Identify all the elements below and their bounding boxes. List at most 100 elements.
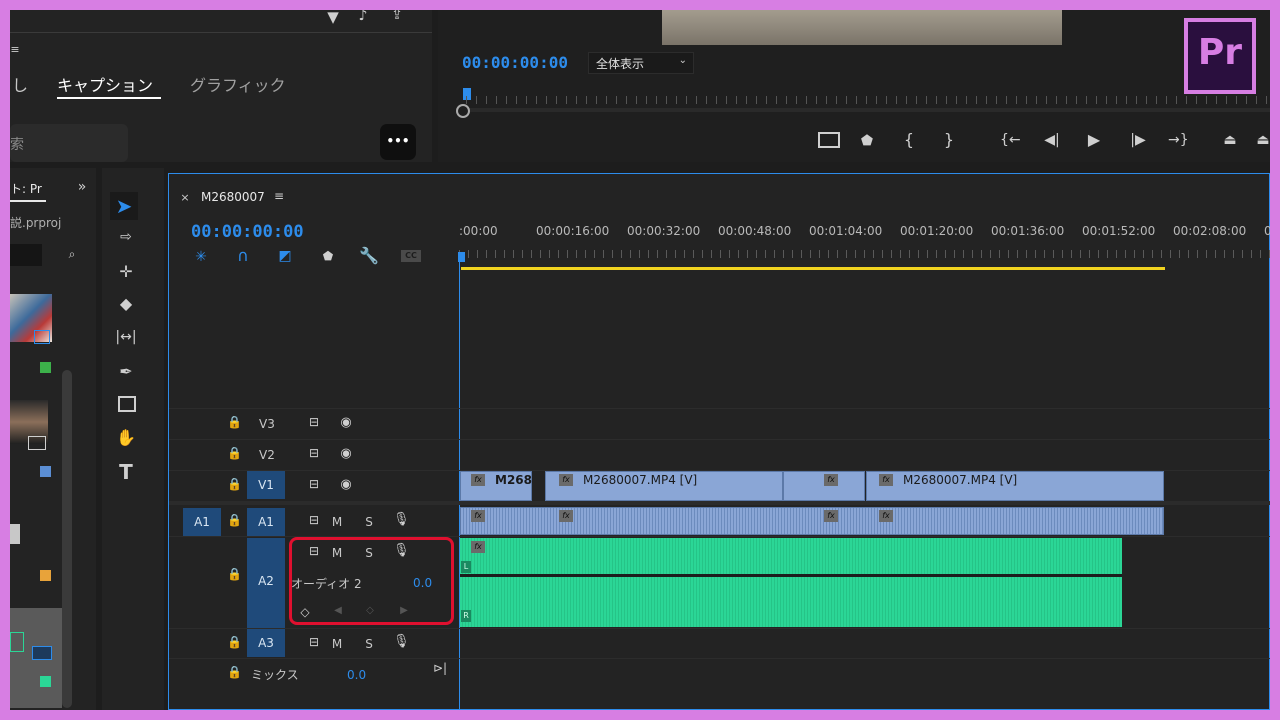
track-a1-target[interactable]: A1 xyxy=(247,508,285,536)
snap-icon[interactable]: ∩ xyxy=(235,248,251,264)
eye-icon[interactable]: ◉ xyxy=(337,447,355,460)
solo-button[interactable]: S xyxy=(359,515,379,529)
extract-icon[interactable]: ⏏ xyxy=(1256,133,1270,147)
sequence-timecode[interactable]: 00:00:00:00 xyxy=(191,222,304,242)
clip-thumbnail[interactable] xyxy=(10,524,20,544)
search-input[interactable]: 索 xyxy=(10,124,128,162)
slip-tool-icon[interactable]: |↔| xyxy=(112,330,140,344)
label-color-green[interactable] xyxy=(40,676,51,687)
microphone-icon[interactable]: 🎙 xyxy=(393,513,410,526)
lock-icon[interactable]: 🔒 xyxy=(227,416,242,428)
go-to-out-icon[interactable]: →} xyxy=(1168,133,1189,147)
lock-icon[interactable]: 🔒 xyxy=(227,568,242,580)
panel-menu-icon[interactable]: ≡ xyxy=(10,44,20,55)
tab-graphics[interactable]: グラフィック xyxy=(190,72,286,96)
label-color-green[interactable] xyxy=(40,362,51,373)
monitor-zoom-bar[interactable] xyxy=(470,108,1270,112)
safe-margins-icon[interactable] xyxy=(818,132,840,148)
mute-button[interactable]: M xyxy=(327,546,347,560)
add-marker-icon[interactable]: ⬟ xyxy=(321,250,335,262)
mute-button[interactable]: M xyxy=(327,637,347,651)
project-search-input[interactable] xyxy=(10,244,42,266)
mute-button[interactable]: M xyxy=(327,515,347,529)
solo-button[interactable]: S xyxy=(359,637,379,651)
sync-lock-icon[interactable]: ⊟ xyxy=(305,545,323,557)
sync-lock-icon[interactable]: ⊟ xyxy=(305,416,323,428)
track-v2-label[interactable]: V2 xyxy=(259,448,275,462)
fit-select[interactable]: 全体表示 ⌄ xyxy=(588,52,694,74)
lock-icon[interactable]: 🔒 xyxy=(227,666,242,678)
label-color-blue[interactable] xyxy=(40,466,51,477)
sync-lock-icon[interactable]: ⊟ xyxy=(305,514,323,526)
eye-icon[interactable]: ◉ xyxy=(337,416,355,429)
program-timecode[interactable]: 00:00:00:00 xyxy=(462,53,568,72)
sync-lock-icon[interactable]: ⊟ xyxy=(305,447,323,459)
razor-tool-icon[interactable]: ◆ xyxy=(114,296,138,312)
track-select-tool-icon[interactable]: ⇨ xyxy=(114,230,138,244)
monitor-ruler[interactable] xyxy=(466,96,1270,104)
step-forward-icon[interactable]: |▶ xyxy=(1128,133,1148,147)
microphone-icon[interactable]: 🎙 xyxy=(393,544,410,557)
keyframe-menu-icon[interactable]: ◇ xyxy=(297,606,313,618)
track-v3-label[interactable]: V3 xyxy=(259,417,275,431)
sync-lock-icon[interactable]: ⊟ xyxy=(305,478,323,490)
track-a3-target[interactable]: A3 xyxy=(247,629,285,657)
eye-icon[interactable]: ◉ xyxy=(337,478,355,491)
source-a1-button[interactable]: A1 xyxy=(183,508,221,536)
go-to-end-icon[interactable]: ⊳| xyxy=(431,662,449,674)
music-note-icon[interactable]: ♪ xyxy=(354,10,372,23)
close-icon[interactable]: × xyxy=(179,192,191,203)
hand-tool-icon[interactable]: ✋ xyxy=(114,430,138,446)
play-icon[interactable]: ▶ xyxy=(1084,132,1104,148)
type-tool-icon[interactable]: T xyxy=(114,462,138,482)
wrench-icon[interactable]: 🔧 xyxy=(359,248,379,264)
tab-captions-underline xyxy=(57,97,161,99)
previous-keyframe-icon[interactable]: ◀ xyxy=(331,606,345,616)
mark-out-icon[interactable]: } xyxy=(942,132,956,148)
captions-icon[interactable]: CC xyxy=(401,250,421,262)
track-a2-name[interactable]: オーディオ 2 xyxy=(291,575,362,592)
lock-icon[interactable]: 🔒 xyxy=(227,447,242,459)
solo-button[interactable]: S xyxy=(359,546,379,560)
lock-icon[interactable]: 🔒 xyxy=(227,478,242,490)
go-to-in-icon[interactable]: {← xyxy=(1000,133,1021,147)
ruler-label: 00:01:04:00 xyxy=(809,224,883,238)
audio-icon xyxy=(32,646,52,660)
tab-partial[interactable]: し xyxy=(12,72,28,96)
mix-value[interactable]: 0.0 xyxy=(347,668,366,682)
sync-lock-icon[interactable]: ⊟ xyxy=(305,636,323,648)
sequence-tab[interactable]: M2680007 xyxy=(201,190,265,204)
audio-clip[interactable] xyxy=(460,538,1122,627)
lift-icon[interactable]: ⏏ xyxy=(1220,133,1240,147)
work-area-bar[interactable] xyxy=(461,267,1165,270)
lock-icon[interactable]: 🔒 xyxy=(227,636,242,648)
tab-captions[interactable]: キャプション xyxy=(57,72,153,96)
rectangle-tool-icon[interactable] xyxy=(118,396,136,412)
more-button[interactable]: ••• xyxy=(380,124,416,160)
label-color-orange[interactable] xyxy=(40,570,51,581)
next-keyframe-icon[interactable]: ▶ xyxy=(397,606,411,616)
panel-menu-icon[interactable]: ≡ xyxy=(273,190,285,202)
nest-icon[interactable]: ✳ xyxy=(193,250,209,264)
selection-tool-icon[interactable]: ➤ xyxy=(110,192,138,220)
export-icon[interactable]: ⇪ xyxy=(388,10,406,22)
pen-tool-icon[interactable]: ✒ xyxy=(114,364,138,380)
track-a2-target[interactable]: A2 xyxy=(247,538,285,628)
filter-icon[interactable]: ▼ xyxy=(324,10,342,25)
track-v1-target[interactable]: V1 xyxy=(247,471,285,499)
find-icon[interactable]: ⌕ xyxy=(64,248,80,260)
monitor-zoom-handle[interactable] xyxy=(456,104,470,118)
lock-icon[interactable]: 🔒 xyxy=(227,514,242,526)
microphone-icon[interactable]: 🎙 xyxy=(393,635,410,648)
track-a2-volume[interactable]: 0.0 xyxy=(413,576,432,590)
scrollbar[interactable] xyxy=(62,370,72,708)
ripple-edit-tool-icon[interactable]: ✛ xyxy=(114,264,138,280)
add-marker-icon[interactable]: ⬟ xyxy=(860,134,874,148)
linked-selection-icon[interactable]: ◩ xyxy=(277,249,293,263)
panel-overflow-icon[interactable]: » xyxy=(74,180,90,194)
mark-in-icon[interactable]: { xyxy=(902,132,916,148)
add-keyframe-icon[interactable]: ◇ xyxy=(363,606,377,616)
project-tab[interactable]: ト: Pr xyxy=(10,180,42,197)
time-ruler[interactable]: :00:00 00:00:16:00 00:00:32:00 00:00:48:00 0… xyxy=(459,214,1270,274)
step-back-icon[interactable]: ◀| xyxy=(1042,133,1062,147)
